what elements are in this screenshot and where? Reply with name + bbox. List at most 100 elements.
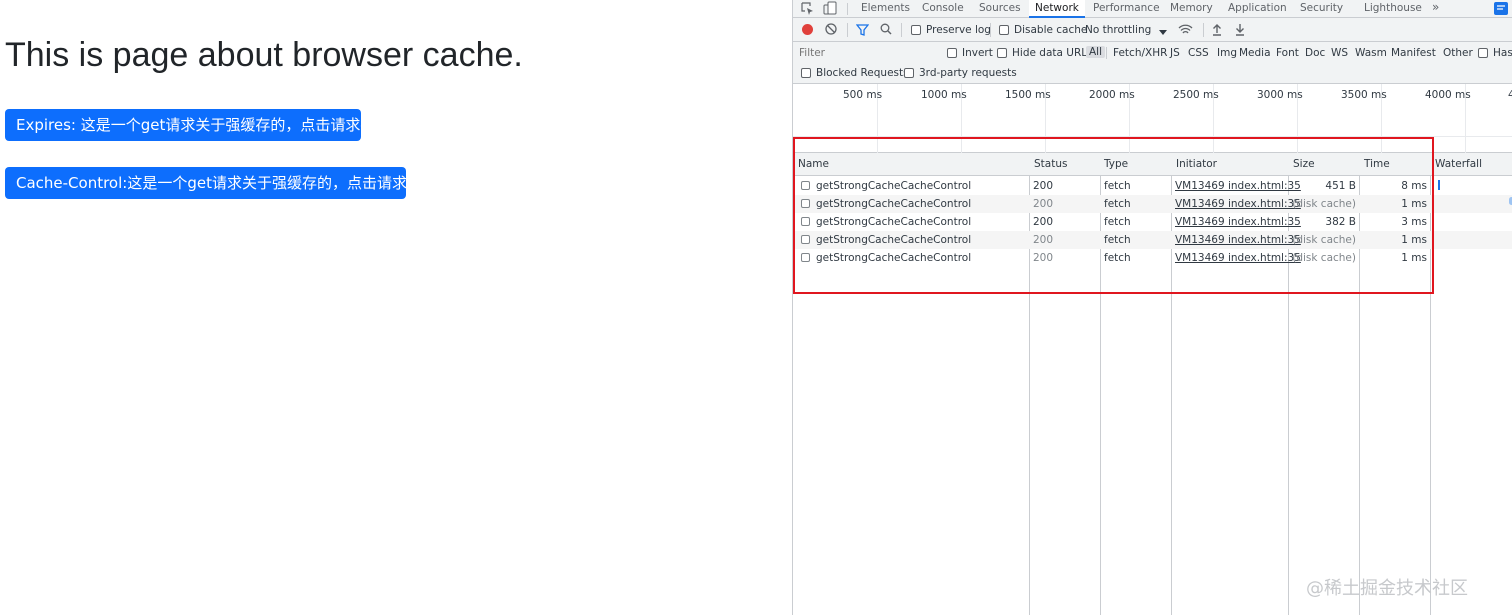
tab-security[interactable]: Security [1300,0,1343,18]
type-filter-css[interactable]: CSS [1188,47,1209,59]
tab-performance[interactable]: Performance [1093,0,1160,18]
waterfall-bar [1438,180,1440,190]
invert-checkbox[interactable] [947,48,957,58]
request-initiator-link[interactable]: VM13469 index.html:35 [1175,252,1301,264]
column-header-time[interactable]: Time [1364,158,1390,170]
request-row[interactable]: getStrongCacheCacheControl 200 fetch VM1… [793,177,1512,195]
toolbar-divider [990,23,991,37]
overview-tick-label: 1500 ms [1005,89,1051,101]
column-header-waterfall[interactable]: Waterfall [1435,158,1482,170]
clear-icon[interactable] [825,23,837,38]
request-initiator-link[interactable]: VM13469 index.html:35 [1175,198,1301,210]
request-name[interactable]: getStrongCacheCacheControl [816,216,971,228]
request-status: 200 [1033,234,1054,246]
column-header-size[interactable]: Size [1293,158,1315,170]
third-party-requests-checkbox[interactable] [904,68,914,78]
request-row[interactable]: getStrongCacheCacheControl 200 fetch VM1… [793,231,1512,249]
request-size: 382 B [1325,216,1356,228]
network-overview-timeline[interactable]: 500 ms 1000 ms 1500 ms 2000 ms 2500 ms 3… [793,84,1512,153]
tab-application[interactable]: Application [1228,0,1287,18]
export-har-icon[interactable] [1235,23,1245,39]
request-type-icon [801,217,810,226]
request-time: 1 ms [1401,198,1427,210]
request-name[interactable]: getStrongCacheCacheControl [816,252,971,264]
cache-control-request-button[interactable]: Cache-Control:这是一个get请求关于强缓存的，点击请求接口 [5,167,437,199]
filter-icon[interactable] [855,24,870,39]
tab-lighthouse[interactable]: Lighthouse [1364,0,1422,18]
search-icon[interactable] [880,23,892,38]
column-header-status[interactable]: Status [1034,158,1067,170]
request-type-icon [801,199,810,208]
preserve-log-checkbox[interactable] [911,25,921,35]
disable-cache-checkbox[interactable] [999,25,1009,35]
disable-cache-label: Disable cache [1014,24,1088,36]
overview-tick-label: 3000 ms [1257,89,1303,101]
filter-bar: Invert Hide data URLs All Fetch/XHR JS C… [793,42,1512,64]
tab-network[interactable]: Network [1029,0,1085,18]
hide-data-urls-checkbox[interactable] [997,48,1007,58]
has-blocked-cookies-checkbox[interactable] [1478,48,1488,58]
request-type: fetch [1104,180,1131,192]
toolbar-divider [1203,23,1204,37]
tab-memory[interactable]: Memory [1170,0,1213,18]
request-initiator-link[interactable]: VM13469 index.html:35 [1175,180,1301,192]
web-page: This is page about browser cache. Expire… [0,0,792,615]
devtools-tab-bar: Elements Console Sources Network Perform… [793,0,1512,18]
feedback-icon[interactable] [1494,2,1508,15]
type-filter-manifest[interactable]: Manifest [1391,47,1436,59]
import-har-icon[interactable] [1212,23,1222,39]
overview-tick-label: 2500 ms [1173,89,1219,101]
requests-table-header: Name Status Type Initiator Size Time Wat… [793,153,1512,176]
overview-divider [793,136,1512,137]
request-row[interactable]: getStrongCacheCacheControl 200 fetch VM1… [793,195,1512,213]
request-initiator-link[interactable]: VM13469 index.html:35 [1175,216,1301,228]
overview-tick-label: 1000 ms [921,89,967,101]
request-type: fetch [1104,234,1131,246]
type-filter-font[interactable]: Font [1276,47,1299,59]
expires-request-button[interactable]: Expires: 这是一个get请求关于强缓存的，点击请求接口 [5,109,390,141]
request-type: fetch [1104,252,1131,264]
column-header-initiator[interactable]: Initiator [1176,158,1217,170]
type-filter-img[interactable]: Img [1217,47,1237,59]
request-status: 200 [1033,198,1054,210]
request-size: (disk cache) [1292,252,1356,264]
throttling-select[interactable]: No throttling [1085,24,1151,36]
request-type-icon [801,253,810,262]
device-toolbar-icon[interactable] [823,1,837,18]
filter-input[interactable] [797,45,935,61]
hide-data-urls-label: Hide data URLs [1012,47,1093,59]
type-filter-all[interactable]: All [1086,46,1106,58]
request-type: fetch [1104,198,1131,210]
type-filter-media[interactable]: Media [1239,47,1271,59]
request-row[interactable]: getStrongCacheCacheControl 200 fetch VM1… [793,249,1512,267]
column-header-type[interactable]: Type [1104,158,1128,170]
type-filter-wasm[interactable]: Wasm [1355,47,1387,59]
type-filter-fetch-xhr[interactable]: Fetch/XHR [1113,47,1167,59]
request-type-icon [801,235,810,244]
request-row[interactable]: getStrongCacheCacheControl 200 fetch VM1… [793,213,1512,231]
more-tabs-button[interactable]: » [1432,0,1439,18]
overview-tick-label: 2000 ms [1089,89,1135,101]
preserve-log-label: Preserve log [926,24,991,36]
type-filter-doc[interactable]: Doc [1305,47,1325,59]
overview-tick-label: 4000 ms [1425,89,1471,101]
type-filter-other[interactable]: Other [1443,47,1473,59]
tab-elements[interactable]: Elements [861,0,910,18]
blocked-requests-checkbox[interactable] [801,68,811,78]
request-name[interactable]: getStrongCacheCacheControl [816,234,971,246]
request-name[interactable]: getStrongCacheCacheControl [816,180,971,192]
request-initiator-link[interactable]: VM13469 index.html:35 [1175,234,1301,246]
tab-console[interactable]: Console [922,0,964,18]
inspect-element-icon[interactable] [801,2,814,18]
column-header-name[interactable]: Name [798,158,829,170]
chevron-down-icon[interactable] [1159,27,1167,39]
type-filter-js[interactable]: JS [1170,47,1180,59]
tab-sources[interactable]: Sources [979,0,1021,18]
overview-tick-label: 500 ms [843,89,883,101]
record-icon[interactable] [802,24,813,35]
request-name[interactable]: getStrongCacheCacheControl [816,198,971,210]
overview-tick-label: 3500 ms [1341,89,1387,101]
type-filter-ws[interactable]: WS [1331,47,1348,59]
request-status: 200 [1033,216,1054,228]
network-conditions-icon[interactable] [1178,24,1193,39]
